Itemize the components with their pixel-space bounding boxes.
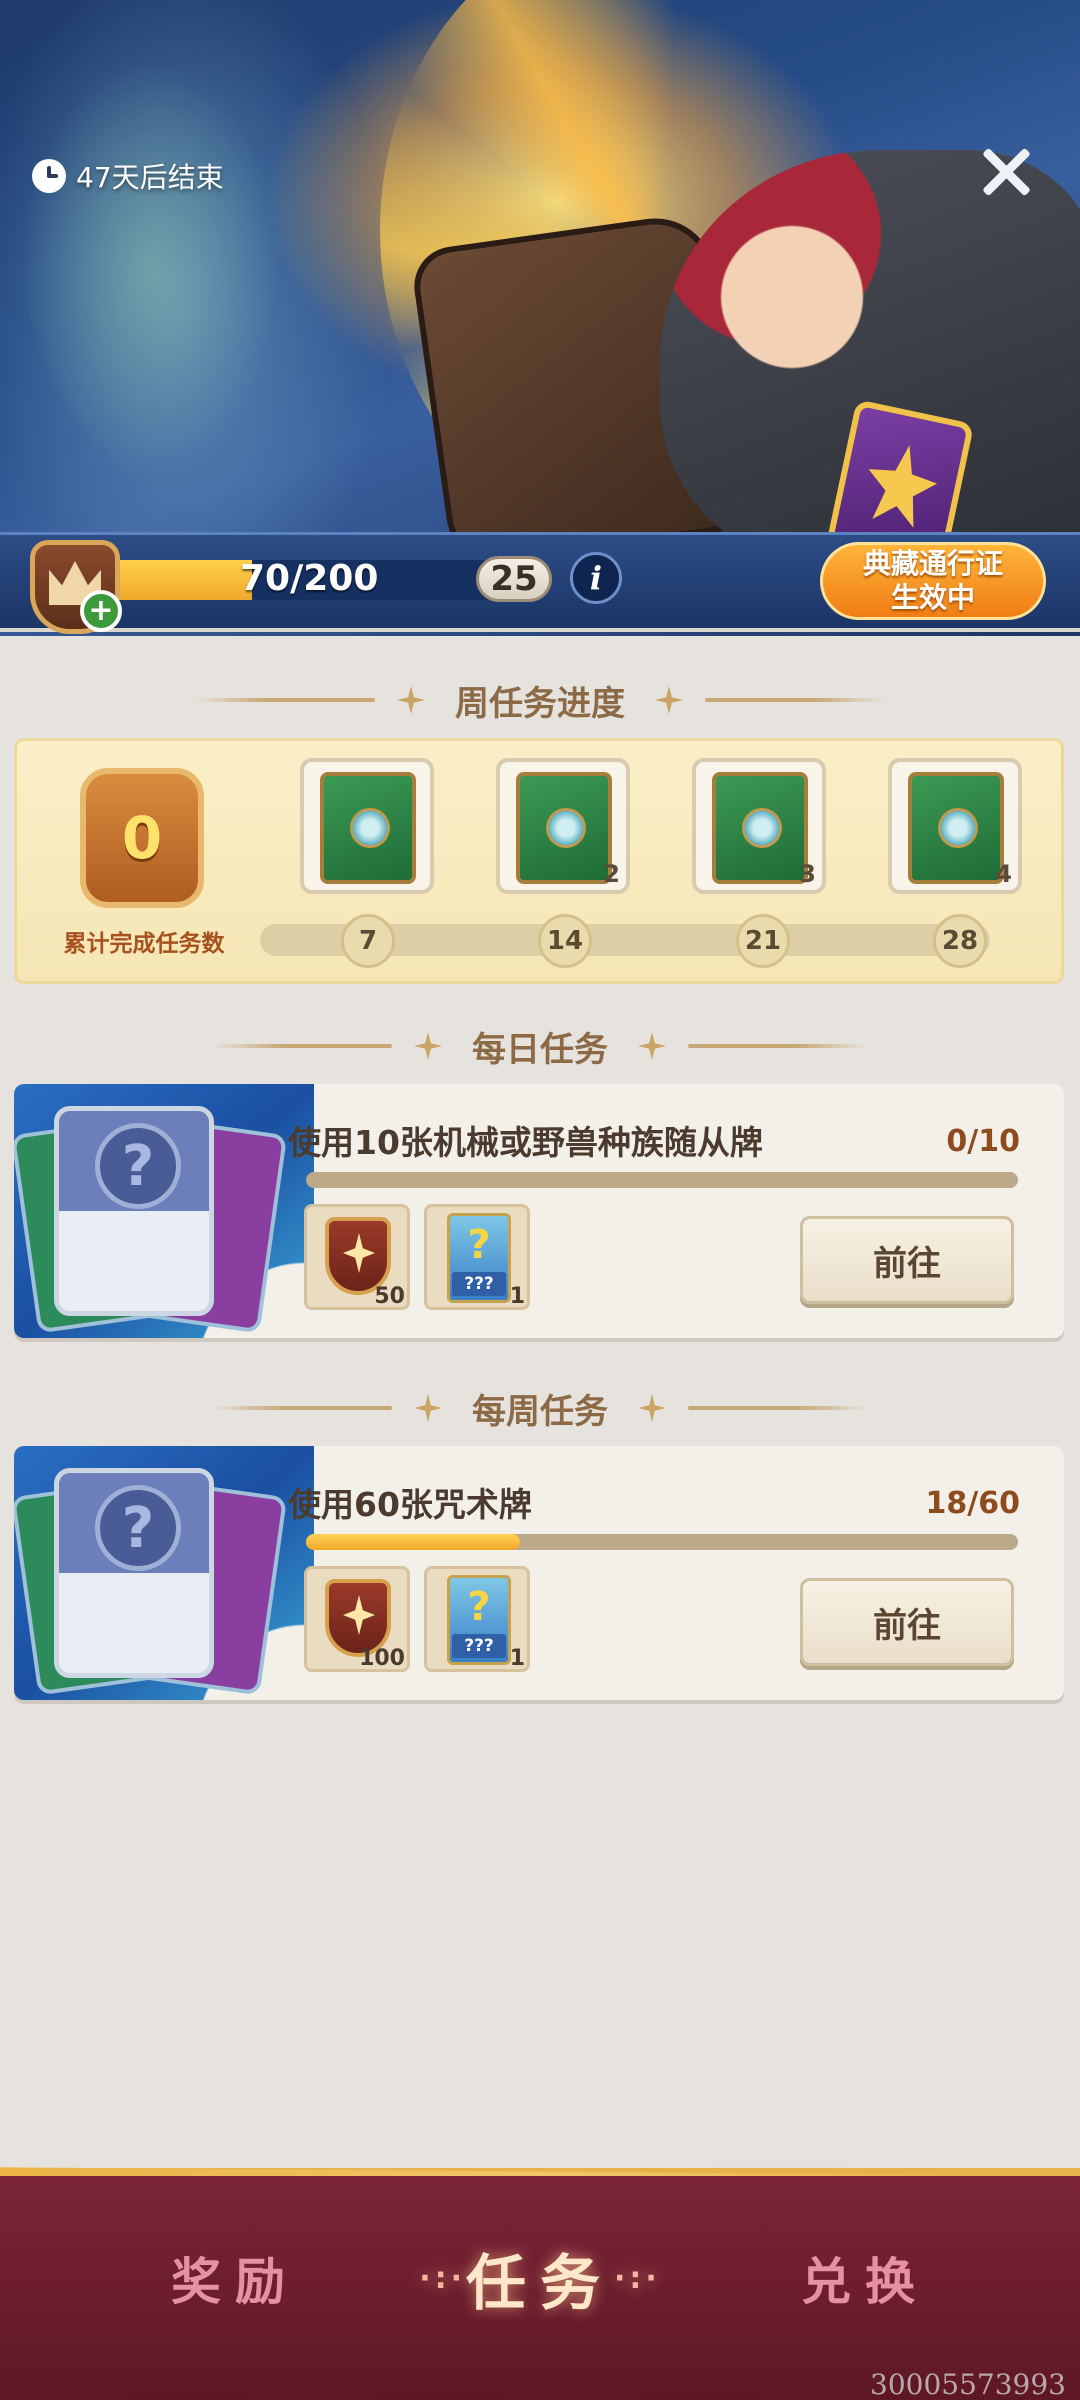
reward-item[interactable]: 100: [304, 1566, 410, 1672]
clock-icon: [32, 159, 66, 193]
sparkle-icon: [638, 1032, 666, 1060]
quest-progress-bar: [306, 1172, 1018, 1188]
card-pack-icon: [516, 772, 612, 884]
premium-pass-button[interactable]: 典藏通行证 生效中: [820, 542, 1046, 620]
sparkle-icon: [397, 686, 425, 714]
flourish-right: [705, 698, 885, 702]
card-pack-icon: [320, 772, 416, 884]
reward-pack-4[interactable]: 4: [888, 758, 1022, 894]
sparkle-icon: [638, 1394, 666, 1422]
tab-exchange[interactable]: 兑换: [790, 2238, 940, 2318]
pack-count: 3: [799, 860, 816, 888]
milestone-marker: 14: [538, 914, 592, 968]
flourish-left: [212, 1044, 392, 1048]
mystery-card-icon: [54, 1106, 214, 1316]
go-button[interactable]: 前往: [800, 1216, 1014, 1304]
level-number: 25: [476, 556, 552, 602]
flourish-left: [212, 1406, 392, 1410]
sparkle-icon: [655, 686, 683, 714]
reward-qty: 100: [359, 1646, 405, 1671]
reward-pack-2[interactable]: 2: [496, 758, 630, 894]
pack-count: 4: [995, 860, 1012, 888]
card-pack-icon: [712, 772, 808, 884]
flourish-right: [688, 1406, 868, 1410]
tab-tasks[interactable]: ·:· 任务 ·:·: [410, 2238, 670, 2319]
quest-progress-fill: [306, 1534, 520, 1550]
card-pack-icon: [908, 772, 1004, 884]
mystery-card-icon: [54, 1468, 214, 1678]
sparkle-icon: [414, 1394, 442, 1422]
xp-text: 70/200: [240, 558, 379, 599]
mystery-card-icon: ?: [447, 1575, 511, 1665]
tab-rewards[interactable]: 奖励: [160, 2238, 310, 2318]
reward-item[interactable]: ? 1: [424, 1566, 530, 1672]
section-title: 每日任务: [472, 1029, 608, 1070]
milestone-marker: 7: [341, 914, 395, 968]
hero-art-ghost: [20, 60, 280, 480]
nav-dots-right: ·:·: [614, 2260, 661, 2296]
user-id: 30005573993: [870, 2368, 1066, 2400]
pass-label-line2: 生效中: [890, 581, 975, 614]
section-title: 周任务进度: [455, 683, 625, 724]
pass-label-line1: 典藏通行证: [862, 547, 1003, 580]
daily-quests-heading: 每日任务: [0, 1016, 1080, 1076]
close-icon[interactable]: [976, 142, 1036, 202]
season-timer: 47天后结束: [32, 152, 224, 200]
weekly-progress-heading: 周任务进度: [0, 670, 1080, 730]
flourish-right: [688, 1044, 868, 1048]
reward-pack-1[interactable]: [300, 758, 434, 894]
xp-progress-fill: [112, 560, 252, 600]
flourish-left: [195, 698, 375, 702]
section-title: 每周任务: [472, 1391, 608, 1432]
quest-art: [14, 1446, 314, 1700]
milestone-marker: 28: [933, 914, 987, 968]
nav-dots-left: ·:·: [419, 2260, 466, 2296]
quest-title: 使用60张咒术牌: [288, 1485, 532, 1524]
reward-item[interactable]: ? 1: [424, 1204, 530, 1310]
sparkle-icon: [414, 1032, 442, 1060]
mystery-card-icon: ?: [447, 1213, 511, 1303]
timer-text: 47天后结束: [76, 161, 224, 194]
reward-pack-3[interactable]: 3: [692, 758, 826, 894]
quest-progress-text: 18/60: [925, 1486, 1020, 1521]
pack-count: 2: [603, 860, 620, 888]
completed-count-label: 累计完成任务数: [63, 931, 225, 957]
go-button[interactable]: 前往: [800, 1578, 1014, 1666]
quest-progress-text: 0/10: [946, 1124, 1020, 1159]
reward-qty: 1: [509, 1646, 525, 1671]
weekly-quests-heading: 每周任务: [0, 1378, 1080, 1438]
reward-qty: 1: [509, 1284, 525, 1309]
milestone-marker: 21: [736, 914, 790, 968]
reward-qty: 50: [374, 1284, 405, 1309]
info-icon[interactable]: i: [570, 552, 622, 604]
quest-progress-bar: [306, 1534, 1018, 1550]
reward-item[interactable]: 50: [304, 1204, 410, 1310]
completed-count-badge: 0: [80, 768, 204, 908]
tab-tasks-label: 任务: [466, 2248, 614, 2319]
buy-level-button[interactable]: +: [80, 590, 122, 632]
quest-title: 使用10张机械或野兽种族随从牌: [288, 1123, 763, 1162]
quest-art: [14, 1084, 314, 1338]
